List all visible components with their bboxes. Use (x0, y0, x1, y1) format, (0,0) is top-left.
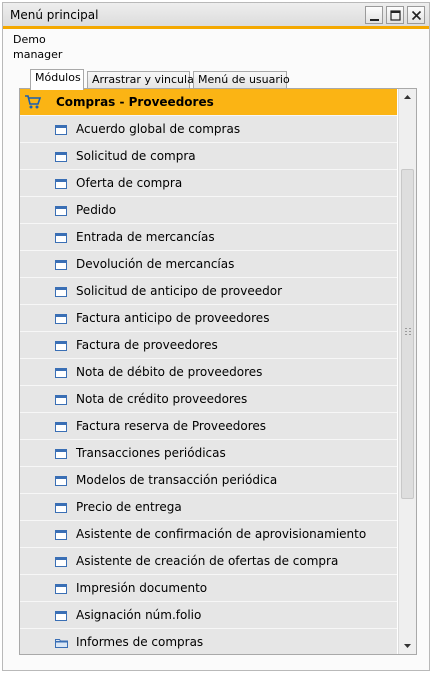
form-icon (55, 556, 67, 570)
module-menu-item[interactable]: Entrada de mercancías (20, 223, 397, 250)
scroll-down-button[interactable] (399, 637, 416, 654)
main-menu-window: Menú principal Demo manager Módulos Arra… (2, 2, 430, 671)
module-menu-item[interactable]: Asignación núm.folio (20, 601, 397, 628)
module-menu-item-label: Pedido (76, 203, 117, 217)
arrow-up-icon (404, 95, 411, 99)
modules-panel: Compras - Proveedores Acuerdo global de … (19, 88, 417, 655)
window-title: Menú principal (10, 8, 99, 22)
module-menu-item-label: Asignación núm.folio (76, 608, 202, 622)
module-menu-item[interactable]: Factura anticipo de proveedores (20, 304, 397, 331)
scrollbar-thumb[interactable] (401, 169, 414, 499)
grip-icon (405, 328, 411, 335)
form-icon (55, 502, 67, 516)
module-menu-item-label: Solicitud de compra (76, 149, 196, 163)
module-menu-item-label: Solicitud de anticipo de proveedor (76, 284, 283, 298)
form-icon (55, 286, 67, 300)
module-menu-item-label: Devolución de mercancías (76, 257, 235, 271)
module-menu-item[interactable]: Transacciones periódicas (20, 439, 397, 466)
vertical-scrollbar[interactable] (398, 89, 416, 654)
module-menu-item[interactable]: Factura de proveedores (20, 331, 397, 358)
module-menu-item[interactable]: Solicitud de compra (20, 142, 397, 169)
maximize-button[interactable] (386, 6, 404, 24)
form-icon (55, 178, 67, 192)
module-header-compras-proveedores[interactable]: Compras - Proveedores (20, 89, 397, 115)
form-icon (55, 610, 67, 624)
maximize-icon (390, 10, 401, 21)
module-menu-item-label: Entrada de mercancías (76, 230, 215, 244)
module-menu-item-label: Modelos de transacción periódica (76, 473, 278, 487)
module-header-label: Compras - Proveedores (56, 95, 214, 109)
module-menu-item-label: Impresión documento (76, 581, 208, 595)
close-icon (411, 10, 422, 21)
form-icon (55, 583, 67, 597)
module-menu-item[interactable]: Modelos de transacción periódica (20, 466, 397, 493)
module-menu-item-label: Transacciones periódicas (76, 446, 226, 460)
tab-menu-de-usuario[interactable]: Menú de usuario (193, 71, 290, 89)
form-icon (55, 394, 67, 408)
minimize-icon (370, 19, 379, 21)
module-menu-item-label: Informes de compras (76, 635, 204, 649)
module-item-list: Acuerdo global de compras Solicitud de co… (20, 115, 397, 654)
form-icon (55, 124, 67, 138)
user-name: manager (13, 48, 63, 61)
scroll-up-button[interactable] (399, 89, 416, 106)
module-menu-item-label: Factura de proveedores (76, 338, 218, 352)
module-menu-item[interactable]: Asistente de confirmación de aprovisiona… (20, 520, 397, 547)
module-menu-item[interactable]: Asistente de creación de ofertas de comp… (20, 547, 397, 574)
form-icon (55, 151, 67, 165)
module-menu-item[interactable]: Precio de entrega (20, 493, 397, 520)
module-menu-item-label: Acuerdo global de compras (76, 122, 241, 136)
folder-icon (55, 637, 68, 651)
tab-arrastrar-y-vincular[interactable]: Arrastrar y vincular (87, 71, 198, 89)
module-menu-item-label: Factura reserva de Proveedores (76, 419, 267, 433)
module-menu-item[interactable]: Impresión documento (20, 574, 397, 601)
module-menu-item-label: Asistente de confirmación de aprovisiona… (76, 527, 367, 541)
module-menu-item[interactable]: Nota de débito de proveedores (20, 358, 397, 385)
user-info: Demo manager (13, 32, 62, 62)
form-icon (55, 367, 67, 381)
close-button[interactable] (407, 6, 425, 24)
title-bar[interactable]: Menú principal (3, 3, 429, 29)
module-menu-item-label: Asistente de creación de ofertas de comp… (76, 554, 339, 568)
form-icon (55, 259, 67, 273)
form-icon (55, 448, 67, 462)
module-menu-item-label: Factura anticipo de proveedores (76, 311, 270, 325)
shopping-cart-icon (25, 95, 42, 109)
module-menu-item[interactable]: Oferta de compra (20, 169, 397, 196)
form-icon (55, 340, 67, 354)
module-menu-item[interactable]: Informes de compras (20, 628, 397, 654)
module-menu-item[interactable]: Devolución de mercancías (20, 250, 397, 277)
module-menu-item[interactable]: Solicitud de anticipo de proveedor (20, 277, 397, 304)
form-icon (55, 475, 67, 489)
module-menu-item-label: Nota de crédito proveedores (76, 392, 248, 406)
module-menu-item-label: Oferta de compra (76, 176, 183, 190)
form-icon (55, 421, 67, 435)
form-icon (55, 313, 67, 327)
module-menu-item-label: Precio de entrega (76, 500, 182, 514)
form-icon (55, 232, 67, 246)
user-company: Demo (13, 33, 46, 46)
module-menu-item[interactable]: Nota de crédito proveedores (20, 385, 397, 412)
module-menu-item[interactable]: Pedido (20, 196, 397, 223)
minimize-button[interactable] (365, 6, 383, 24)
module-menu-item[interactable]: Acuerdo global de compras (20, 115, 397, 142)
tab-modulos[interactable]: Módulos (30, 69, 84, 90)
module-menu-item[interactable]: Factura reserva de Proveedores (20, 412, 397, 439)
form-icon (55, 205, 67, 219)
form-icon (55, 529, 67, 543)
arrow-down-icon (404, 644, 411, 648)
module-menu-item-label: Nota de débito de proveedores (76, 365, 263, 379)
